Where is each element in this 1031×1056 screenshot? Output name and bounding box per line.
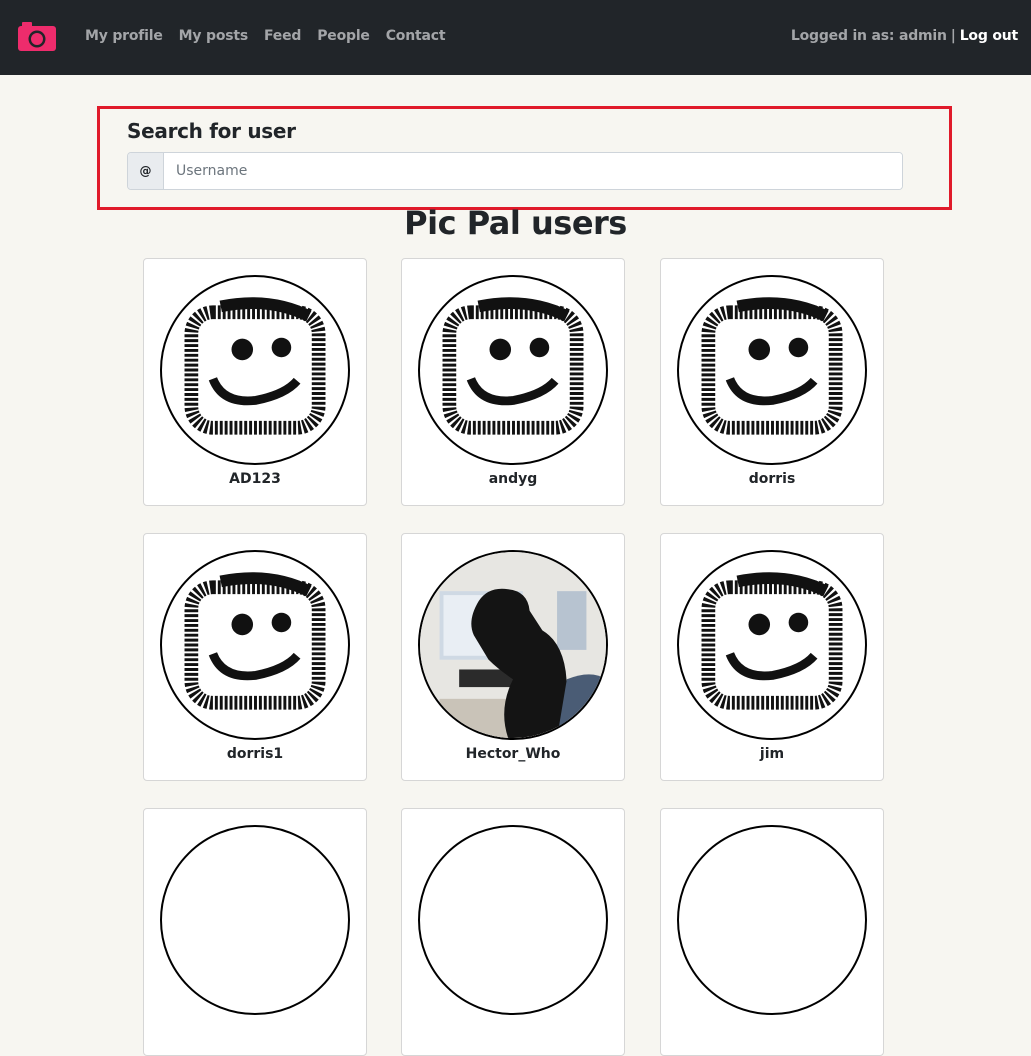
logout-link[interactable]: Log out [960,28,1019,44]
search-section: Search for user @ [97,106,952,210]
smiley-icon [418,825,608,1015]
smiley-icon [160,825,350,1015]
nav-feed[interactable]: Feed [264,28,301,44]
smiley-icon [418,275,608,465]
user-card[interactable] [401,808,625,1056]
nav-people[interactable]: People [317,28,370,44]
page-title: Pic Pal users [404,204,627,242]
user-name: jim [759,746,785,762]
smiley-icon [677,825,867,1015]
nav-my-profile[interactable]: My profile [85,28,163,44]
smiley-icon [160,275,350,465]
user-name: dorris1 [226,746,284,762]
nav-my-posts[interactable]: My posts [179,28,249,44]
smiley-icon [160,550,350,740]
user-name: andyg [488,471,538,487]
user-card[interactable]: dorris [660,258,884,506]
search-title: Search for user [127,119,296,143]
user-status: Logged in as: admin | Log out [791,28,1018,44]
user-card[interactable]: dorris1 [143,533,367,781]
dog-photo [418,550,608,740]
camera-icon[interactable] [16,19,58,53]
navbar: My profile My posts Feed People Contact … [0,0,1031,75]
user-name: dorris [748,471,796,487]
at-prefix: @ [128,153,164,189]
smiley-icon [677,275,867,465]
nav-contact[interactable]: Contact [386,28,446,44]
user-name: Hector_Who [465,746,561,762]
nav-links: My profile My posts Feed People Contact [85,28,461,44]
user-card[interactable]: jim [660,533,884,781]
user-card[interactable] [143,808,367,1056]
user-card[interactable]: andyg [401,258,625,506]
smiley-icon [677,550,867,740]
user-card[interactable]: Hector_Who [401,533,625,781]
user-card[interactable] [660,808,884,1056]
username-search-input[interactable] [164,153,902,189]
logged-in-label: Logged in as: admin [790,28,947,44]
search-input-group: @ [127,152,903,190]
separator: | [950,28,956,44]
user-card[interactable]: AD123 [143,258,367,506]
user-name: AD123 [229,471,281,487]
